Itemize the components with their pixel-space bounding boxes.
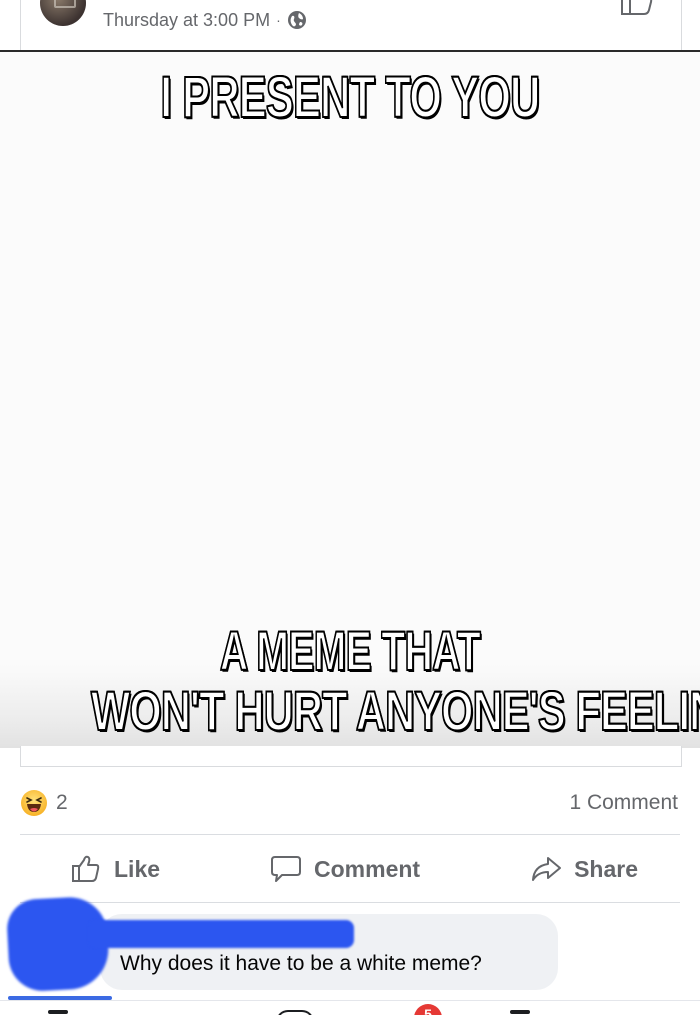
- meme-bottom-line-2: WON'T HURT ANYONE'S FEELING: [90, 678, 700, 743]
- meme-top-text: I PRESENT TO YOU: [160, 64, 541, 131]
- reactions-row: 2 1 Comment: [20, 786, 680, 820]
- facebook-post-screen: Thursday at 3:00 PM · I PRESENT TO YOU A…: [0, 0, 700, 1015]
- reaction-count: 2: [56, 791, 68, 814]
- comment-count-link[interactable]: 1 Comment: [569, 791, 678, 815]
- divider: [20, 902, 680, 903]
- post-timestamp[interactable]: Thursday at 3:00 PM: [103, 10, 270, 31]
- home-icon[interactable]: [48, 1010, 68, 1014]
- haha-icon: [21, 790, 47, 816]
- comment-button[interactable]: Comment: [270, 853, 420, 885]
- reaction-summary[interactable]: 2: [20, 789, 68, 817]
- comment-icon: [271, 856, 302, 882]
- meta-separator: ·: [276, 12, 281, 28]
- divider: [20, 834, 680, 835]
- comment-text: Why does it have to be a white meme?: [120, 952, 482, 975]
- post-frame-bottom: [20, 746, 682, 767]
- redacted-name: [88, 920, 354, 948]
- share-button[interactable]: Share: [530, 853, 638, 885]
- meme-bottom-line-1: A MEME THAT: [219, 618, 481, 683]
- bottom-nav: [0, 1000, 700, 1015]
- share-label: Share: [574, 855, 638, 882]
- notifications-icon[interactable]: [510, 1010, 530, 1014]
- meme-image[interactable]: I PRESENT TO YOU A MEME THAT WON'T HURT …: [0, 50, 700, 748]
- save-post-icon[interactable]: [620, 0, 654, 18]
- action-bar: Like Comment Share: [20, 845, 680, 893]
- globe-icon: [287, 11, 306, 29]
- share-icon: [532, 857, 562, 881]
- like-label: Like: [114, 855, 161, 882]
- comment-label: Comment: [314, 855, 421, 882]
- thumbs-up-icon: [72, 855, 100, 882]
- post-meta: Thursday at 3:00 PM ·: [103, 8, 307, 32]
- like-button[interactable]: Like: [70, 853, 160, 885]
